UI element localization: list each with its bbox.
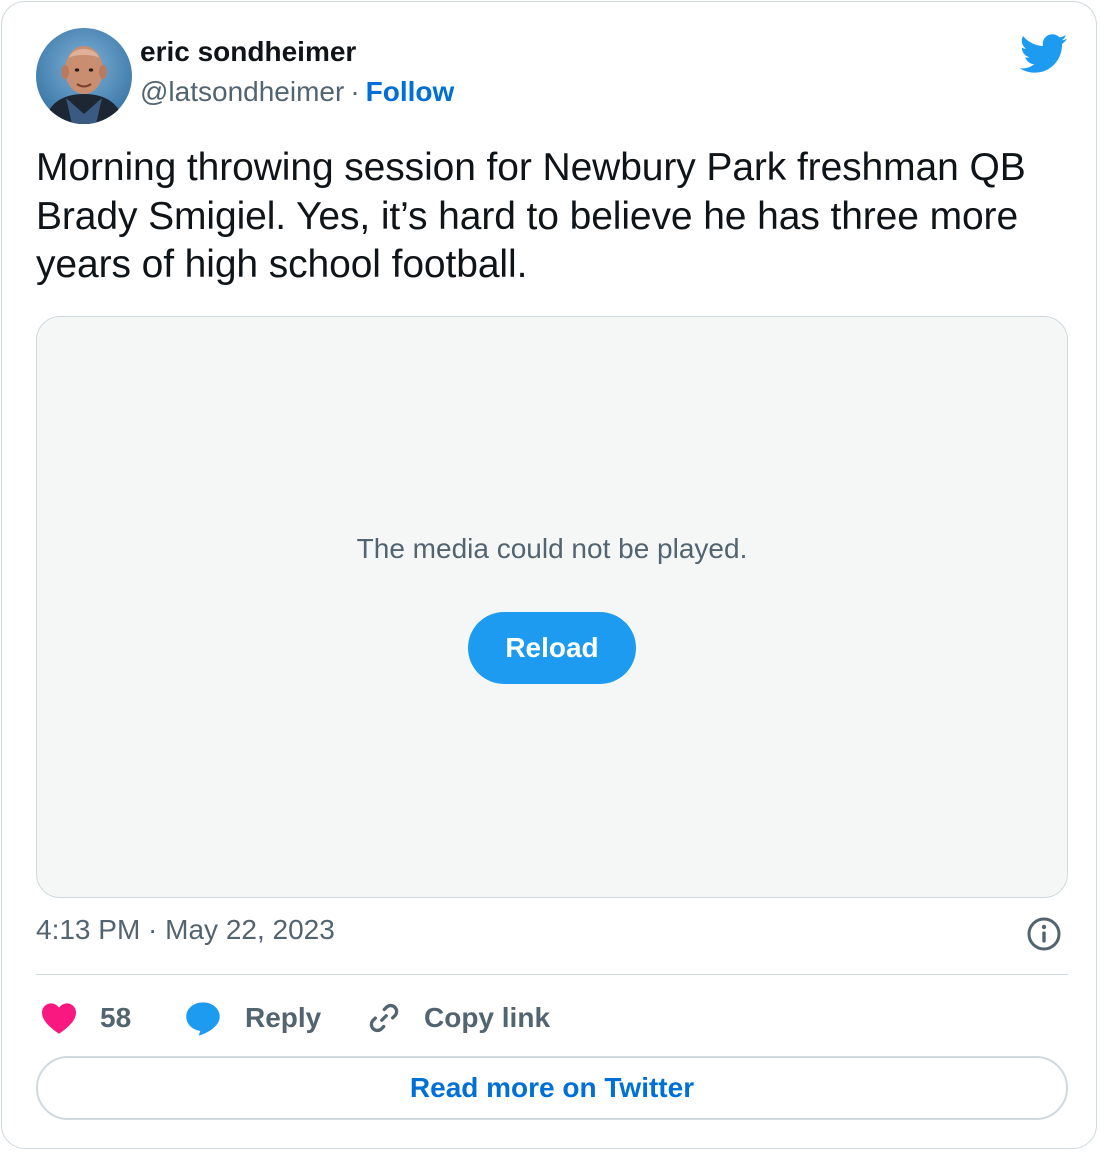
- divider: [36, 974, 1068, 975]
- twitter-bird-icon[interactable]: [1019, 34, 1068, 74]
- media-player: The media could not be played. Reload: [36, 316, 1068, 898]
- tweet-timestamp[interactable]: 4:13 PM · May 22, 2023: [36, 914, 335, 946]
- tweet-text: Morning throwing session for Newbury Par…: [36, 146, 1026, 286]
- speech-bubble-icon: [186, 1002, 220, 1036]
- like-count: 58: [100, 1002, 132, 1033]
- heart-icon: [42, 1003, 76, 1034]
- copy-link-button[interactable]: Copy link: [366, 996, 550, 1040]
- tweet-embed-card: eric sondheimer @latsondheimer · Follow Mo…: [1, 1, 1097, 1149]
- separator-dot: ·: [350, 76, 360, 107]
- info-icon[interactable]: [1026, 916, 1062, 952]
- link-icon: [369, 1003, 399, 1033]
- author-avatar[interactable]: [36, 28, 132, 124]
- reply-button[interactable]: Reply: [184, 996, 321, 1040]
- media-error-message: The media could not be played.: [356, 533, 748, 564]
- reload-button[interactable]: Reload: [468, 612, 636, 684]
- follow-link[interactable]: Follow: [366, 76, 455, 107]
- author-handle[interactable]: @latsondheimer: [140, 76, 344, 107]
- author-name[interactable]: eric sondheimer: [140, 36, 356, 68]
- like-button[interactable]: 58: [40, 996, 131, 1040]
- reply-label: Reply: [245, 1002, 322, 1033]
- copy-link-label: Copy link: [424, 1002, 551, 1033]
- read-more-button[interactable]: Read more on Twitter: [36, 1056, 1068, 1120]
- author-handle-row: @latsondheimer · Follow: [140, 76, 454, 108]
